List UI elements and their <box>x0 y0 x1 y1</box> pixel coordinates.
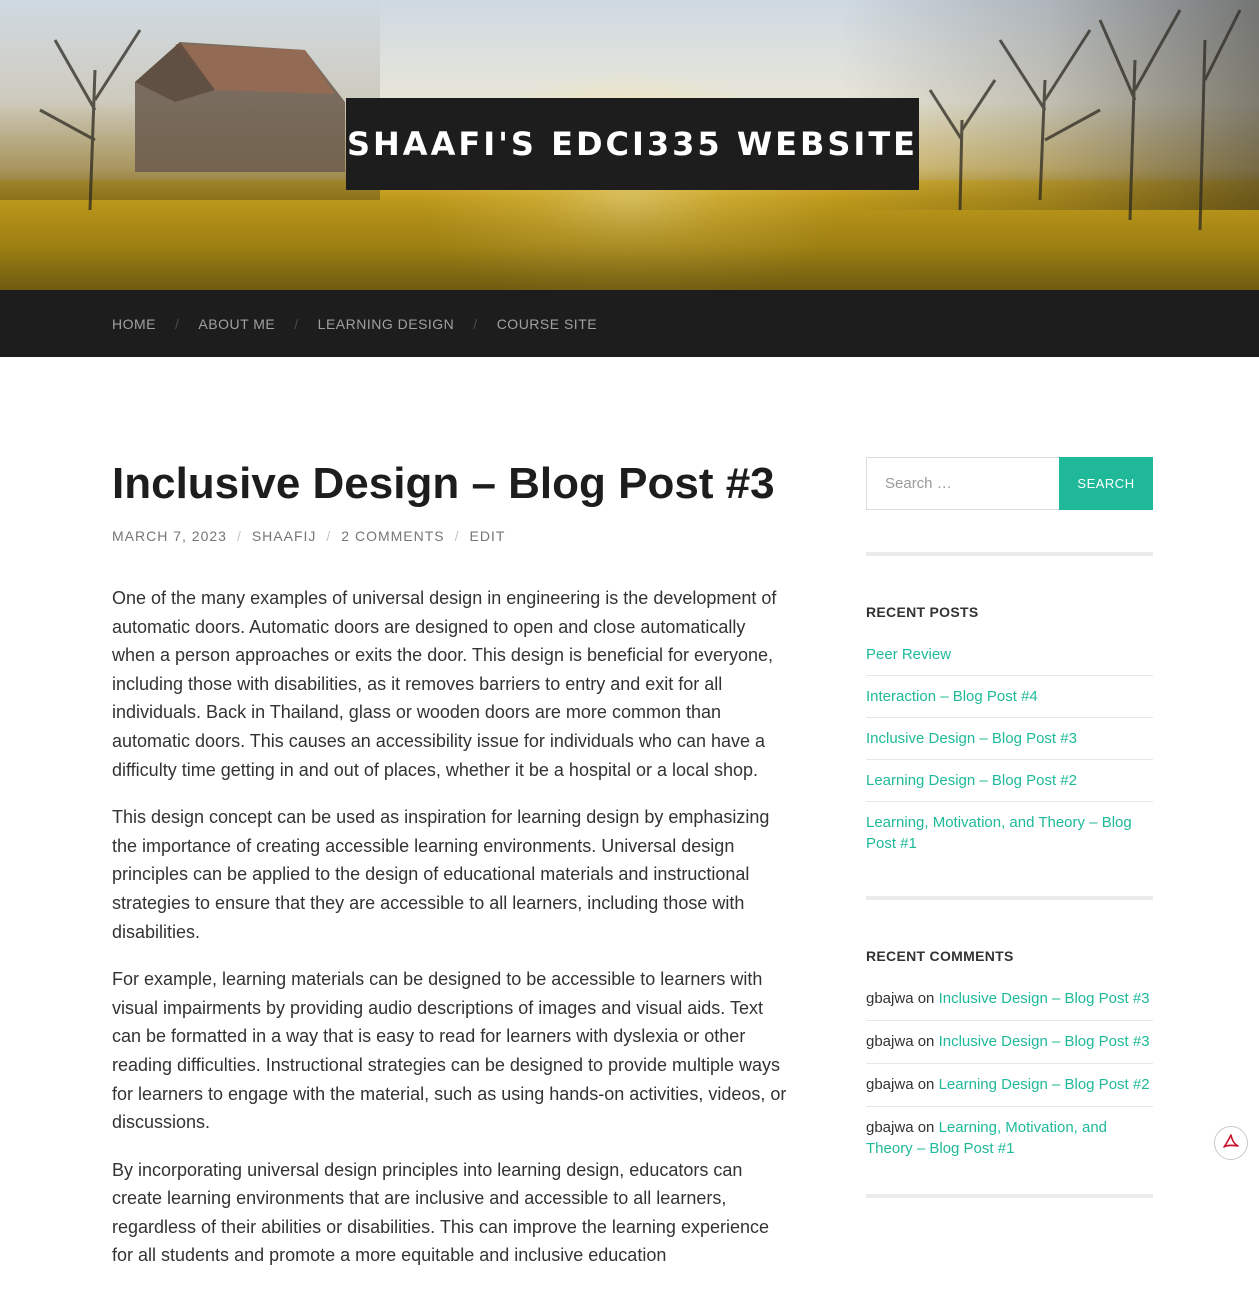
meta-separator: / <box>454 528 460 544</box>
comment-connector: on <box>917 1033 935 1050</box>
header-banner: SHAAFI'S EDCI335 WEBSITE <box>0 0 1259 290</box>
nav-separator: / <box>473 315 478 332</box>
comment-connector: on <box>917 990 935 1007</box>
widget-divider <box>866 896 1153 900</box>
list-item: Interaction – Blog Post #4 <box>866 676 1153 718</box>
recent-post-link[interactable]: Learning, Motivation, and Theory – Blog … <box>866 814 1132 852</box>
list-item: gbajwa on Learning, Motivation, and Theo… <box>866 1107 1153 1170</box>
recent-post-link[interactable]: Peer Review <box>866 646 951 663</box>
post-body: One of the many examples of universal de… <box>112 584 792 1270</box>
search-form: SEARCH <box>866 457 1153 510</box>
recent-comments-list: gbajwa on Inclusive Design – Blog Post #… <box>866 988 1153 1170</box>
widget-divider <box>866 552 1153 556</box>
search-button[interactable]: SEARCH <box>1059 457 1153 510</box>
post-paragraph: One of the many examples of universal de… <box>112 588 777 780</box>
widget-divider <box>866 1194 1153 1198</box>
sidebar: SEARCH RECENT POSTS Peer Review Interact… <box>866 457 1153 1198</box>
nav-item-learning-design[interactable]: LEARNING DESIGN <box>318 316 455 332</box>
pdf-glyph-icon <box>1223 1134 1239 1148</box>
comment-author: gbajwa <box>866 990 914 1007</box>
list-item: gbajwa on Inclusive Design – Blog Post #… <box>866 1021 1153 1064</box>
meta-separator: / <box>236 528 242 544</box>
post-comments-link[interactable]: 2 COMMENTS <box>341 528 444 544</box>
recent-post-link[interactable]: Interaction – Blog Post #4 <box>866 688 1038 705</box>
comment-post-link[interactable]: Inclusive Design – Blog Post #3 <box>939 990 1150 1007</box>
post-content: Inclusive Design – Blog Post #3 MARCH 7,… <box>112 455 792 1289</box>
comment-author: gbajwa <box>866 1119 914 1136</box>
post-paragraph: By incorporating universal design princi… <box>112 1159 769 1266</box>
post-author[interactable]: SHAAFIJ <box>252 528 317 544</box>
nav-menu: HOME / ABOUT ME / LEARNING DESIGN / COUR… <box>112 290 597 357</box>
recent-posts-title: RECENT POSTS <box>866 604 979 620</box>
list-item: Learning Design – Blog Post #2 <box>866 760 1153 802</box>
list-item: gbajwa on Learning Design – Blog Post #2 <box>866 1064 1153 1107</box>
post-edit-link[interactable]: EDIT <box>470 528 506 544</box>
nav-item-about-me[interactable]: ABOUT ME <box>198 316 275 332</box>
list-item: gbajwa on Inclusive Design – Blog Post #… <box>866 988 1153 1021</box>
comment-post-link[interactable]: Inclusive Design – Blog Post #3 <box>939 1033 1150 1050</box>
comment-author: gbajwa <box>866 1076 914 1093</box>
post-paragraph: This design concept can be used as inspi… <box>112 807 770 942</box>
meta-separator: / <box>326 528 332 544</box>
recent-post-link[interactable]: Inclusive Design – Blog Post #3 <box>866 730 1077 747</box>
recent-posts-list: Peer Review Interaction – Blog Post #4 I… <box>866 644 1153 864</box>
post-paragraph: For example, learning materials can be d… <box>112 969 787 1133</box>
list-item: Peer Review <box>866 644 1153 676</box>
nav-item-course-site[interactable]: COURSE SITE <box>497 316 597 332</box>
pdf-icon[interactable] <box>1214 1126 1248 1160</box>
nav-item-home[interactable]: HOME <box>112 316 156 332</box>
recent-comments-title: RECENT COMMENTS <box>866 948 1014 964</box>
post-title: Inclusive Design – Blog Post #3 <box>112 459 775 508</box>
post-meta: MARCH 7, 2023 / SHAAFIJ / 2 COMMENTS / E… <box>112 528 792 544</box>
site-title-box[interactable]: SHAAFI'S EDCI335 WEBSITE <box>346 98 919 190</box>
recent-post-link[interactable]: Learning Design – Blog Post #2 <box>866 772 1077 789</box>
main-navigation: HOME / ABOUT ME / LEARNING DESIGN / COUR… <box>0 290 1259 357</box>
list-item: Inclusive Design – Blog Post #3 <box>866 718 1153 760</box>
comment-connector: on <box>917 1076 935 1093</box>
comment-connector: on <box>917 1119 935 1136</box>
nav-separator: / <box>294 315 299 332</box>
list-item: Learning, Motivation, and Theory – Blog … <box>866 802 1153 864</box>
search-input[interactable] <box>866 457 1059 510</box>
comment-post-link[interactable]: Learning Design – Blog Post #2 <box>939 1076 1150 1093</box>
nav-separator: / <box>175 315 180 332</box>
comment-author: gbajwa <box>866 1033 914 1050</box>
site-title[interactable]: SHAAFI'S EDCI335 WEBSITE <box>347 125 918 163</box>
post-date[interactable]: MARCH 7, 2023 <box>112 528 227 544</box>
